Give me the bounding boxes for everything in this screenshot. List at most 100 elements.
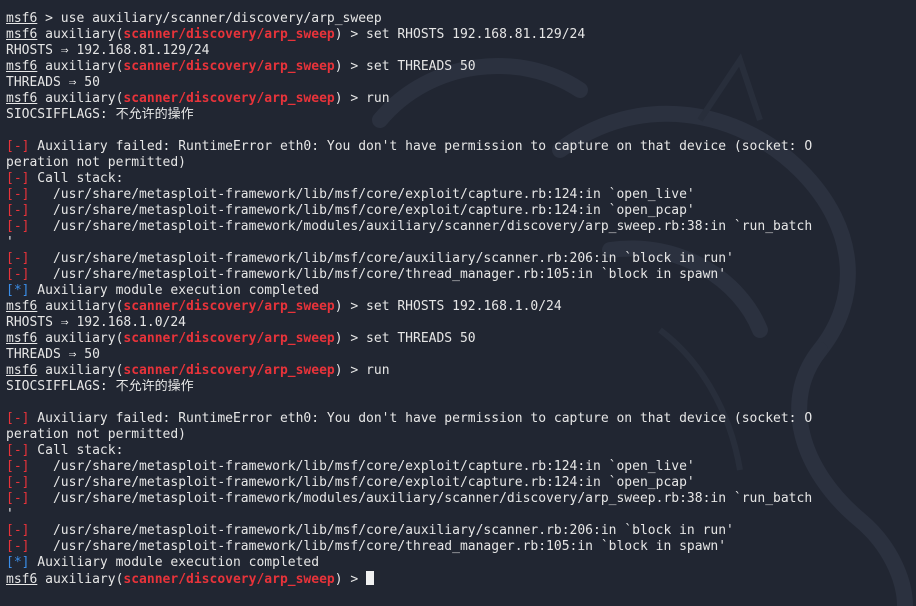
prompt-host: msf6	[6, 572, 38, 587]
prompt-module-name: scanner/discovery/arp_sweep	[123, 363, 335, 378]
command-text: > use auxiliary/scanner/discovery/arp_sw…	[37, 11, 382, 26]
prompt-module-name: scanner/discovery/arp_sweep	[123, 572, 335, 587]
prompt-host: msf6	[6, 91, 38, 106]
error-tag: [-]	[6, 267, 30, 282]
info-tag: [*]	[6, 555, 30, 570]
command-line: msf6 auxiliary(scanner/discovery/arp_swe…	[6, 299, 916, 315]
prompt-host: msf6	[6, 11, 38, 26]
error-tag: [-]	[6, 443, 30, 458]
stack-line: [-] /usr/share/metasploit-framework/lib/…	[6, 459, 916, 475]
command-line: msf6 > use auxiliary/scanner/discovery/a…	[6, 11, 916, 27]
command-line: msf6 auxiliary(scanner/discovery/arp_swe…	[6, 59, 916, 75]
error-text: Auxiliary failed: RuntimeError eth0: You…	[29, 411, 813, 426]
error-tag: [-]	[6, 459, 30, 474]
command-line: msf6 auxiliary(scanner/discovery/arp_swe…	[6, 91, 916, 107]
stack-text: /usr/share/metasploit-framework/lib/msf/…	[29, 251, 734, 266]
error-tag: [-]	[6, 203, 30, 218]
error-tag: [-]	[6, 139, 30, 154]
command-text: ) > set THREADS 50	[334, 331, 476, 346]
prompt-module-name: scanner/discovery/arp_sweep	[123, 59, 335, 74]
error-tag: [-]	[6, 539, 30, 554]
prompt-module-prefix: auxiliary(	[37, 331, 124, 346]
error-tag: [-]	[6, 523, 30, 538]
error-wrap-line: peration not permitted)	[6, 155, 187, 170]
info-line: [*] Auxiliary module execution completed	[6, 283, 916, 299]
command-text: ) > run	[334, 91, 390, 106]
error-line: [-] Auxiliary failed: RuntimeError eth0:…	[6, 139, 916, 155]
error-tag: [-]	[6, 411, 30, 426]
prompt-module-prefix: auxiliary(	[37, 299, 124, 314]
error-text: Call stack:	[29, 443, 124, 458]
error-line: [-] Call stack:	[6, 171, 916, 187]
prompt-host: msf6	[6, 59, 38, 74]
text-cursor[interactable]	[366, 571, 375, 585]
stack-wrap-line: '	[6, 235, 14, 250]
prompt-module-prefix: auxiliary(	[37, 91, 124, 106]
stack-text: /usr/share/metasploit-framework/lib/msf/…	[29, 459, 695, 474]
stack-text: /usr/share/metasploit-framework/lib/msf/…	[29, 475, 695, 490]
error-text: Call stack:	[29, 171, 124, 186]
command-line: msf6 auxiliary(scanner/discovery/arp_swe…	[6, 331, 916, 347]
error-tag: [-]	[6, 475, 30, 490]
stack-line: [-] /usr/share/metasploit-framework/lib/…	[6, 523, 916, 539]
stack-line: [-] /usr/share/metasploit-framework/lib/…	[6, 203, 916, 219]
error-tag: [-]	[6, 187, 30, 202]
prompt-host: msf6	[6, 299, 38, 314]
stack-line: [-] /usr/share/metasploit-framework/lib/…	[6, 187, 916, 203]
error-text: Auxiliary failed: RuntimeError eth0: You…	[29, 139, 813, 154]
command-line: msf6 auxiliary(scanner/discovery/arp_swe…	[6, 363, 916, 379]
stack-text: /usr/share/metasploit-framework/lib/msf/…	[29, 203, 695, 218]
current-prompt-line[interactable]: msf6 auxiliary(scanner/discovery/arp_swe…	[6, 571, 916, 587]
error-tag: [-]	[6, 171, 30, 186]
prompt-module-name: scanner/discovery/arp_sweep	[123, 91, 335, 106]
command-line: msf6 auxiliary(scanner/discovery/arp_swe…	[6, 27, 916, 43]
stack-text: /usr/share/metasploit-framework/modules/…	[29, 219, 813, 234]
prompt-module-prefix: auxiliary(	[37, 572, 124, 587]
info-line: [*] Auxiliary module execution completed	[6, 555, 916, 571]
stack-line: [-] /usr/share/metasploit-framework/modu…	[6, 219, 916, 235]
output-line: THREADS ⇒ 50	[6, 75, 100, 90]
error-wrap-line: peration not permitted)	[6, 427, 187, 442]
error-line: [-] Call stack:	[6, 443, 916, 459]
prompt-host: msf6	[6, 331, 38, 346]
prompt-module-prefix: auxiliary(	[37, 59, 124, 74]
prompt-module-name: scanner/discovery/arp_sweep	[123, 299, 335, 314]
prompt-module-prefix: auxiliary(	[37, 27, 124, 42]
stack-text: /usr/share/metasploit-framework/lib/msf/…	[29, 539, 727, 554]
command-text: ) > set THREADS 50	[334, 59, 476, 74]
output-line: RHOSTS ⇒ 192.168.81.129/24	[6, 43, 210, 58]
stack-wrap-line: '	[6, 507, 14, 522]
prompt-host: msf6	[6, 363, 38, 378]
command-text: ) > set RHOSTS 192.168.81.129/24	[334, 27, 586, 42]
prompt-module-prefix: auxiliary(	[37, 363, 124, 378]
prompt-suffix: ) >	[334, 572, 367, 587]
stack-line: [-] /usr/share/metasploit-framework/modu…	[6, 491, 916, 507]
command-text: ) > set RHOSTS 192.168.1.0/24	[334, 299, 562, 314]
output-line: THREADS ⇒ 50	[6, 347, 100, 362]
info-text: Auxiliary module execution completed	[29, 283, 320, 298]
stack-text: /usr/share/metasploit-framework/lib/msf/…	[29, 267, 727, 282]
error-tag: [-]	[6, 251, 30, 266]
stack-line: [-] /usr/share/metasploit-framework/lib/…	[6, 251, 916, 267]
stack-line: [-] /usr/share/metasploit-framework/lib/…	[6, 267, 916, 283]
error-tag: [-]	[6, 491, 30, 506]
prompt-module-name: scanner/discovery/arp_sweep	[123, 27, 335, 42]
output-line: SIOCSIFFLAGS: 不允许的操作	[6, 107, 194, 122]
output-line: SIOCSIFFLAGS: 不允许的操作	[6, 379, 194, 394]
error-tag: [-]	[6, 219, 30, 234]
stack-line: [-] /usr/share/metasploit-framework/lib/…	[6, 475, 916, 491]
stack-text: /usr/share/metasploit-framework/lib/msf/…	[29, 187, 695, 202]
prompt-host: msf6	[6, 27, 38, 42]
stack-text: /usr/share/metasploit-framework/lib/msf/…	[29, 523, 734, 538]
info-tag: [*]	[6, 283, 30, 298]
error-line: [-] Auxiliary failed: RuntimeError eth0:…	[6, 411, 916, 427]
info-text: Auxiliary module execution completed	[29, 555, 320, 570]
stack-text: /usr/share/metasploit-framework/modules/…	[29, 491, 813, 506]
stack-line: [-] /usr/share/metasploit-framework/lib/…	[6, 539, 916, 555]
prompt-module-name: scanner/discovery/arp_sweep	[123, 331, 335, 346]
terminal-output[interactable]: msf6 > use auxiliary/scanner/discovery/a…	[6, 11, 916, 587]
output-line: RHOSTS ⇒ 192.168.1.0/24	[6, 315, 187, 330]
command-text: ) > run	[334, 363, 390, 378]
